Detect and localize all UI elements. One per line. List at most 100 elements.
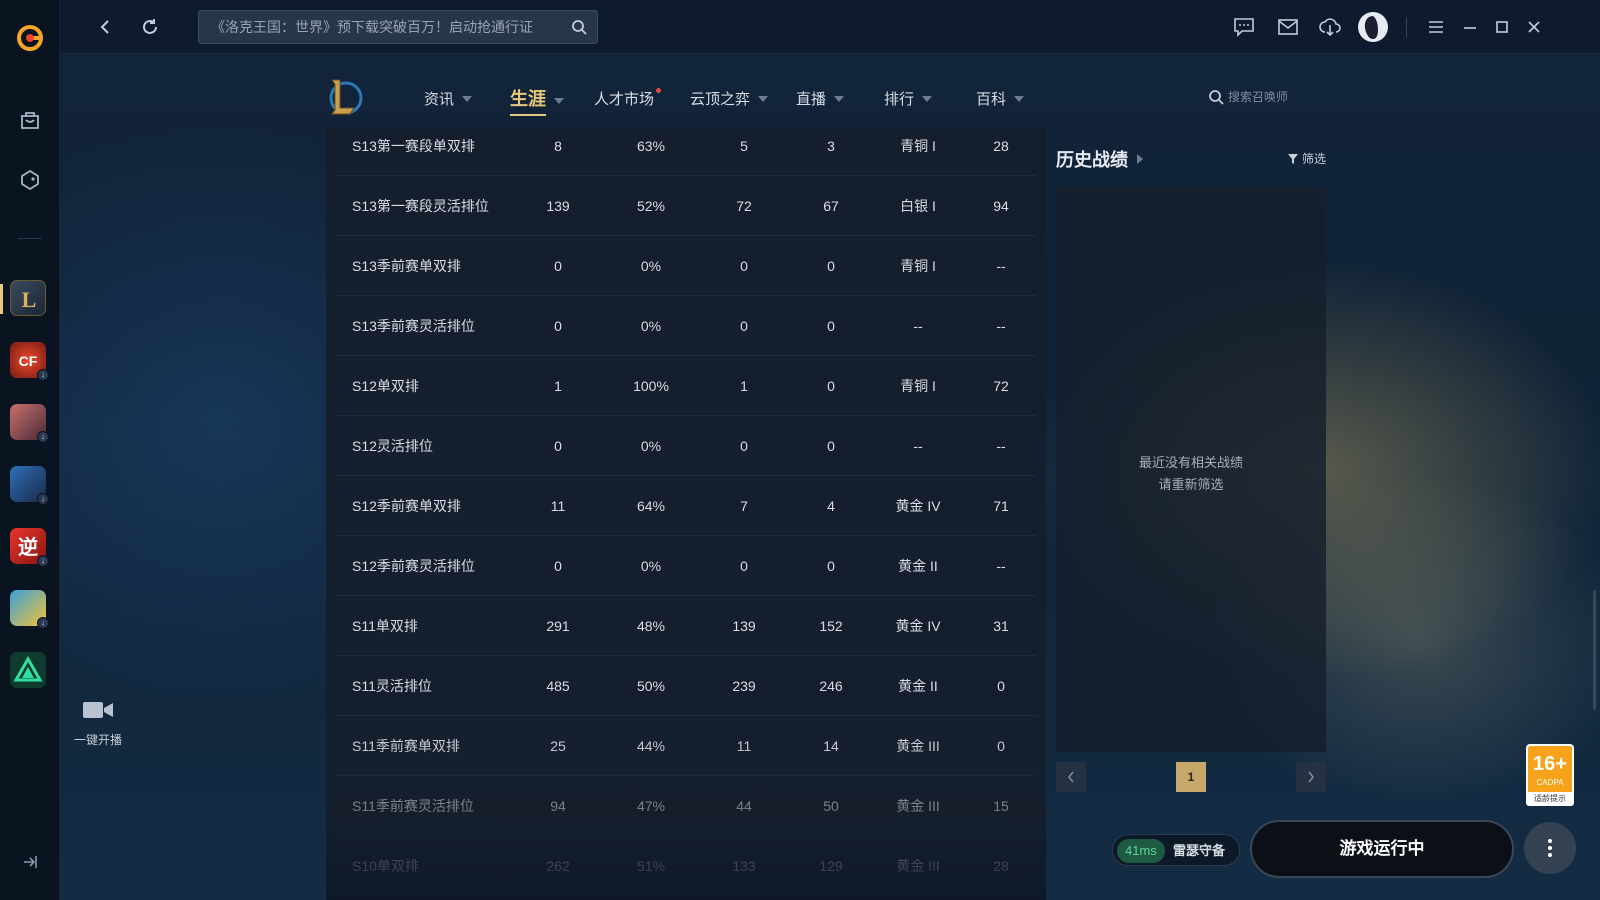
cell-win-rate: 0% — [640, 318, 662, 334]
game-tile-blue[interactable]: ↓ — [10, 466, 49, 505]
topbar-divider — [1406, 17, 1407, 37]
page-scrollbar[interactable] — [1593, 590, 1596, 710]
nav-live[interactable]: 直播 — [796, 88, 845, 109]
cell-games-count: 485 — [546, 678, 570, 694]
cell-queue-name: S11单双排 — [352, 618, 418, 634]
game-center-icon[interactable] — [10, 160, 50, 200]
nav-career[interactable]: 生涯 — [510, 85, 564, 116]
table-row[interactable]: S11灵活排位 485 50% 239 246 黄金 II 0 — [336, 656, 1036, 716]
nav-wiki[interactable]: 百科 — [976, 88, 1025, 109]
chevron-left-icon — [100, 20, 109, 34]
cell-rank-tier: 黄金 II — [898, 558, 938, 574]
nav-talent-market[interactable]: 人才市场 — [594, 88, 667, 109]
cell-losses: 129 — [819, 858, 843, 874]
cell-rank-tier: 青铜 I — [900, 378, 936, 394]
download-icon: ↓ — [37, 369, 49, 381]
cell-queue-name: S11灵活排位 — [352, 678, 432, 694]
cell-losses: 50 — [823, 798, 839, 814]
server-status[interactable]: 41ms 雷瑟守备 — [1112, 834, 1240, 866]
table-row[interactable]: S11季前赛灵活排位 94 47% 44 50 黄金 III 15 — [336, 776, 1036, 836]
menu-button[interactable] — [1422, 13, 1450, 41]
sidebar-divider — [18, 238, 42, 239]
minimize-button[interactable] — [1456, 13, 1484, 41]
table-row[interactable]: S12单双排 1 100% 1 0 青铜 I 72 — [336, 356, 1036, 416]
chat-button[interactable] — [1230, 13, 1258, 41]
page-number[interactable]: 1 — [1176, 762, 1206, 792]
nav-tft[interactable]: 云顶之弈 — [690, 88, 769, 109]
mail-button[interactable] — [1274, 13, 1302, 41]
table-row[interactable]: S13第一赛段单双排 8 63% 5 3 青铜 I 28 — [336, 128, 1036, 176]
cell-win-rate: 44% — [636, 738, 666, 754]
game-tile-red[interactable]: 逆 ↓ — [10, 528, 49, 567]
nav-ranking[interactable]: 排行 — [884, 88, 933, 109]
global-search-box[interactable] — [198, 10, 598, 44]
table-row[interactable]: S13季前赛灵活排位 0 0% 0 0 -- -- — [336, 296, 1036, 356]
cell-queue-name: S12灵活排位 — [352, 438, 433, 454]
age-rating-value: 16+ — [1533, 753, 1567, 775]
download-manager-button[interactable] — [1316, 13, 1344, 41]
lol-logo-icon[interactable] — [324, 76, 364, 118]
search-icon[interactable] — [571, 19, 587, 40]
server-name: 雷瑟守备 — [1173, 843, 1226, 858]
empty-state: 最近没有相关战绩 请重新筛选 — [1056, 452, 1326, 496]
table-row[interactable]: S13季前赛单双排 0 0% 0 0 青铜 I -- — [336, 236, 1036, 296]
cell-wins: 0 — [740, 318, 748, 334]
active-game-indicator — [0, 284, 3, 314]
game-tile-cf[interactable]: CF ↓ — [10, 342, 49, 381]
filter-button[interactable]: 筛选 — [1287, 150, 1326, 167]
close-button[interactable] — [1520, 13, 1548, 41]
cell-losses: 67 — [823, 198, 839, 214]
match-history-title: 历史战绩 — [1056, 150, 1128, 170]
cell-queue-name: S11季前赛单双排 — [352, 738, 460, 754]
cell-games-count: 0 — [554, 318, 562, 334]
table-row[interactable]: S12灵活排位 0 0% 0 0 -- -- — [336, 416, 1036, 476]
cell-rank-tier: 黄金 III — [896, 738, 940, 754]
cell-league-points: 0 — [997, 678, 1005, 694]
caret-down-icon — [758, 95, 769, 102]
back-button[interactable] — [92, 13, 120, 41]
summoner-search[interactable] — [1206, 84, 1326, 110]
table-row[interactable]: S11单双排 291 48% 139 152 黄金 IV 31 — [336, 596, 1036, 656]
table-row[interactable]: S13第一赛段灵活排位 139 52% 72 67 白银 I 94 — [336, 176, 1036, 236]
summoner-search-input[interactable] — [1228, 84, 1324, 110]
user-avatar[interactable] — [1358, 12, 1388, 42]
store-bag-icon[interactable] — [10, 100, 50, 140]
prev-page-button[interactable] — [1056, 762, 1086, 792]
cell-rank-tier: 白银 I — [900, 198, 936, 214]
more-options-button[interactable] — [1524, 822, 1576, 874]
game-tile-lol[interactable]: L — [10, 280, 46, 316]
match-history-header[interactable]: 历史战绩 — [1056, 146, 1144, 172]
table-row[interactable]: S12季前赛灵活排位 0 0% 0 0 黄金 II -- — [336, 536, 1036, 596]
chevron-right-icon — [1308, 771, 1315, 783]
search-icon[interactable] — [1208, 89, 1224, 110]
table-row[interactable]: S11季前赛单双排 25 44% 11 14 黄金 III 0 — [336, 716, 1036, 776]
app-logo-icon[interactable] — [10, 18, 50, 58]
collapse-sidebar-icon[interactable] — [10, 842, 50, 882]
cell-games-count: 291 — [546, 618, 570, 634]
go-live-button[interactable]: 一键开播 — [66, 700, 130, 748]
cell-league-points: 94 — [993, 198, 1009, 214]
game-tile-duck[interactable]: ↓ — [10, 590, 49, 629]
cell-rank-tier: 黄金 III — [896, 858, 940, 874]
ping-value: 41ms — [1117, 839, 1165, 863]
table-row[interactable]: S12季前赛单双排 11 64% 7 4 黄金 IV 71 — [336, 476, 1036, 536]
table-row[interactable]: S10单双排 262 51% 133 129 黄金 III 28 — [336, 836, 1036, 896]
game-running-button[interactable]: 游戏运行中 — [1250, 820, 1514, 878]
refresh-button[interactable] — [136, 13, 164, 41]
caret-down-icon — [1014, 95, 1025, 102]
caret-down-icon — [554, 97, 564, 104]
cell-rank-tier: 青铜 I — [900, 258, 936, 274]
nav-news[interactable]: 资讯 — [424, 88, 473, 109]
maximize-button[interactable] — [1488, 13, 1516, 41]
game-tile-valorant[interactable] — [10, 652, 46, 688]
close-icon — [1528, 21, 1540, 33]
cell-losses: 246 — [819, 678, 843, 694]
game-tile-anime[interactable]: ↓ — [10, 404, 49, 443]
cell-games-count: 94 — [550, 798, 566, 814]
cell-league-points: 71 — [993, 498, 1009, 514]
cell-league-points: 0 — [997, 738, 1005, 754]
global-search-input[interactable] — [211, 11, 561, 43]
next-page-button[interactable] — [1296, 762, 1326, 792]
cell-league-points: -- — [996, 258, 1006, 274]
cell-queue-name: S12季前赛灵活排位 — [352, 558, 475, 574]
